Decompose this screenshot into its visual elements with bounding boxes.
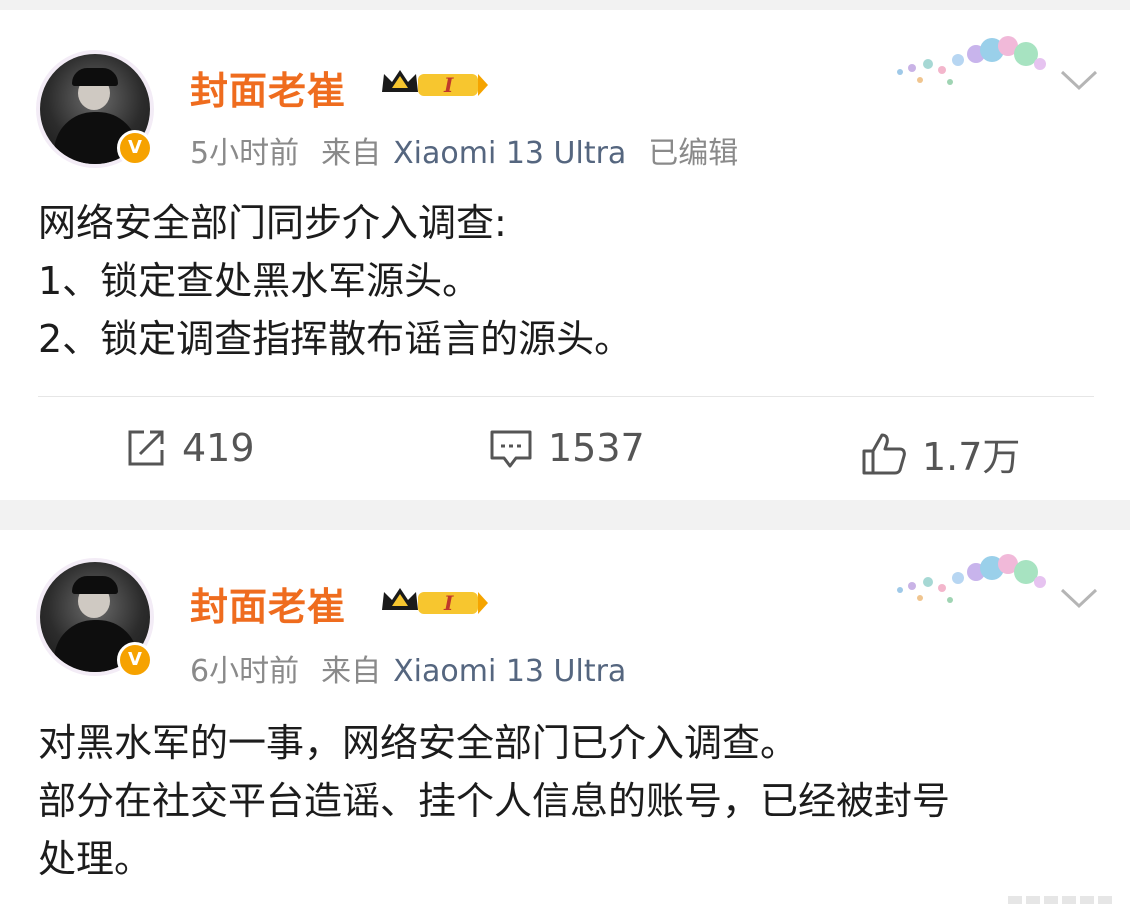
post-line: 部分在社交平台造谣、挂个人信息的账号，已经被封号 [38,779,951,823]
edited-label[interactable]: 已编辑 [648,136,738,171]
member-level-label: I [443,591,454,615]
post-meta: 5小时前 来自 Xiaomi 13 Ultra 已编辑 [190,128,760,172]
member-level-label: I [443,73,454,97]
watermark-icon [1008,896,1112,904]
like-icon [862,433,906,474]
post-line: 对黑水军的一事，网络安全部门已介入调查。 [38,721,799,765]
post-card-1: V 封面老崔 I 5小时前 来自 Xiaomi 13 Ultra 已编辑 网络安全部门… [0,10,1130,500]
username[interactable]: 封面老崔 [190,576,346,631]
repost-button[interactable]: 419 [124,426,255,470]
source-prefix: 来自 [321,136,382,171]
like-count: 1.7万 [922,435,1021,479]
username[interactable]: 封面老崔 [190,60,346,115]
post-line: 2、锁定调查指挥散布谣言的源头。 [38,317,633,361]
post-text: 网络安全部门同步介入调查: 1、锁定查处黑水军源头。 2、锁定调查指挥散布谣言的… [38,194,1100,368]
crown-icon: I [382,588,488,615]
device-link[interactable]: Xiaomi 13 Ultra [393,654,626,689]
comment-icon [490,430,532,468]
post-time: 5小时前 [190,136,300,171]
post-line: 处理。 [38,837,153,881]
post-time: 6小时前 [190,654,300,689]
verified-icon: V [117,130,153,166]
comment-count: 1537 [548,426,645,470]
source-prefix: 来自 [321,654,382,689]
decoration-card-icon [897,36,1046,85]
verified-icon: V [117,642,153,678]
chevron-down-icon[interactable] [1058,584,1100,614]
post-line: 网络安全部门同步介入调查: [38,201,507,245]
divider [38,396,1094,397]
like-button[interactable]: 1.7万 [860,426,1020,481]
comment-button[interactable]: 1537 [488,426,645,470]
repost-count: 419 [182,426,255,470]
decoration-card-icon [897,554,1046,603]
crown-icon: I [382,70,488,97]
chevron-down-icon[interactable] [1058,66,1100,96]
repost-icon [128,430,164,466]
post-text: 对黑水军的一事，网络安全部门已介入调查。 部分在社交平台造谣、挂个人信息的账号，… [38,714,1100,888]
post-meta: 6小时前 来自 Xiaomi 13 Ultra [190,646,648,690]
post-line: 1、锁定查处黑水军源头。 [38,259,481,303]
device-link[interactable]: Xiaomi 13 Ultra [393,136,626,171]
post-card-2: V 封面老崔 I 6小时前 来自 Xiaomi 13 Ultra 对黑水军的一事，网… [0,530,1130,923]
